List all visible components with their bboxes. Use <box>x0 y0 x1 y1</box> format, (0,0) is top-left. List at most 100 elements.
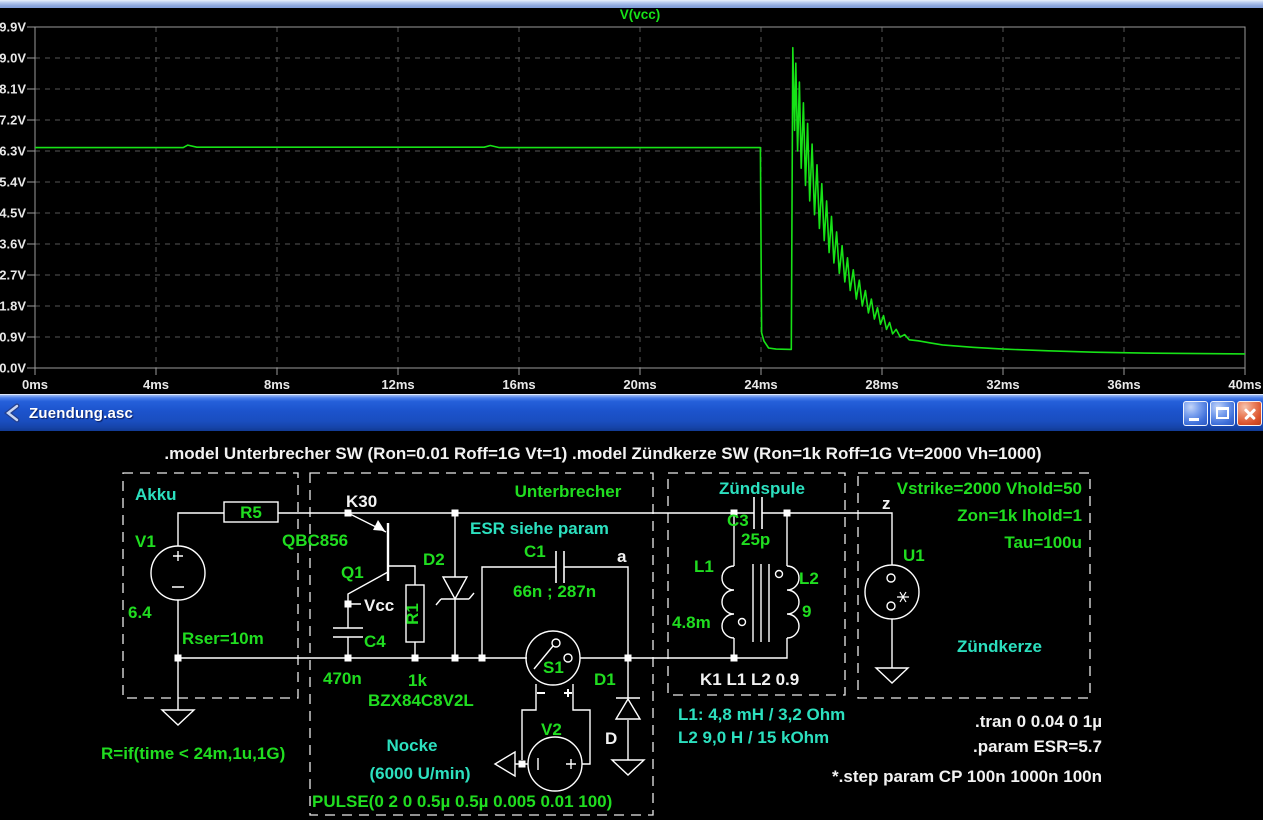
label-d2[interactable]: D2 <box>423 550 445 569</box>
y-tick-label: 5.4V <box>0 175 26 190</box>
label-s1[interactable]: S1 <box>543 658 564 677</box>
y-tick-label: 4.5V <box>0 206 26 221</box>
x-tick-label: 12ms <box>381 377 414 392</box>
value-zon[interactable]: Zon=1k Ihold=1 <box>957 506 1082 525</box>
y-tick-label: 8.1V <box>0 82 26 97</box>
label-d1[interactable]: D1 <box>594 670 616 689</box>
diode-d1[interactable] <box>616 698 640 719</box>
net-label-vcc[interactable]: Vcc <box>364 596 394 615</box>
label-q1[interactable]: Q1 <box>341 563 364 582</box>
x-tick-label: 4ms <box>143 377 169 392</box>
label-v1[interactable]: V1 <box>135 532 156 551</box>
label-u1[interactable]: U1 <box>903 546 925 565</box>
comment-nocke-rpm[interactable]: (6000 U/min) <box>369 764 470 783</box>
window-title: Zuendung.asc <box>29 405 133 422</box>
label-r1[interactable]: R1 <box>403 603 422 625</box>
value-c1[interactable]: 66n ; 287n <box>513 582 596 601</box>
ground-akku <box>162 710 194 725</box>
voltage-source-v2[interactable] <box>528 737 582 791</box>
x-tick-label: 28ms <box>865 377 898 392</box>
directive-param-esr[interactable]: .param ESR=5.7 <box>973 737 1102 756</box>
net-label-k30[interactable]: K30 <box>346 492 377 511</box>
value-d2[interactable]: BZX84C8V2L <box>368 691 474 710</box>
value-v1[interactable]: 6.4 <box>128 603 152 622</box>
x-tick-label: 36ms <box>1107 377 1140 392</box>
x-tick-label: 32ms <box>986 377 1019 392</box>
capacitor-c3[interactable] <box>754 497 762 529</box>
directive-step[interactable]: *.step param CP 100n 1000n 100n <box>832 767 1102 786</box>
directive-model[interactable]: .model Unterbrecher SW (Ron=0.01 Roff=1G… <box>164 444 1041 463</box>
net-label-a[interactable]: a <box>617 547 627 566</box>
label-c4[interactable]: C4 <box>364 632 386 651</box>
x-tick-label: 16ms <box>502 377 535 392</box>
value-c3[interactable]: 25p <box>741 530 770 549</box>
label-c3[interactable]: C3 <box>727 511 749 530</box>
inductor-l2[interactable] <box>787 566 799 638</box>
comment-unterbrecher[interactable]: Unterbrecher <box>515 482 622 501</box>
y-tick-label: 9.0V <box>0 51 26 66</box>
transistor-q1[interactable] <box>373 520 388 581</box>
minimize-button[interactable] <box>1183 401 1208 426</box>
transformer-l1-l2[interactable] <box>722 564 799 642</box>
close-button[interactable] <box>1237 401 1262 426</box>
minimize-icon <box>1189 418 1199 421</box>
window-controls <box>1183 401 1262 426</box>
directive-k1[interactable]: K1 L1 L2 0.9 <box>700 670 799 689</box>
y-tick-label: 3.6V <box>0 237 26 252</box>
value-vstrike[interactable]: Vstrike=2000 Vhold=50 <box>897 479 1082 498</box>
y-tick-label: 9.9V <box>0 20 26 35</box>
x-tick-label: 40ms <box>1228 377 1261 392</box>
comment-nocke[interactable]: Nocke <box>386 736 437 755</box>
x-tick-label: 24ms <box>744 377 777 392</box>
voltage-source-v1[interactable] <box>151 546 205 600</box>
ground-arrow-v2 <box>495 752 515 776</box>
value-l1[interactable]: 4.8m <box>672 613 711 632</box>
y-tick-label: 7.2V <box>0 113 26 128</box>
comment-esr[interactable]: ESR siehe param <box>470 519 609 538</box>
x-tick-label: 20ms <box>623 377 656 392</box>
y-tick-label: 1.8V <box>0 299 26 314</box>
app-icon <box>3 402 23 424</box>
value-r-if[interactable]: R=if(time < 24m,1u,1G) <box>101 744 285 763</box>
comment-zuendspule[interactable]: Zündspule <box>719 479 805 498</box>
comment-akku[interactable]: Akku <box>135 485 177 504</box>
value-tau[interactable]: Tau=100u <box>1004 533 1082 552</box>
comment-l1-note[interactable]: L1: 4,8 mH / 3,2 Ohm <box>678 705 845 724</box>
value-l2[interactable]: 9 <box>802 602 811 621</box>
value-r1[interactable]: 1k <box>408 671 427 690</box>
y-tick-label: 2.7V <box>0 268 26 283</box>
capacitor-c1[interactable] <box>556 551 564 583</box>
trace-label[interactable]: V(vcc) <box>620 7 661 22</box>
value-rser[interactable]: Rser=10m <box>182 629 264 648</box>
value-pulse[interactable]: PULSE(0 2 0 0.5µ 0.5µ 0.005 0.01 100) <box>312 792 612 811</box>
schematic-canvas[interactable]: .model Unterbrecher SW (Ron=0.01 Roff=1G… <box>0 431 1263 820</box>
label-l1[interactable]: L1 <box>694 557 714 576</box>
label-v2[interactable]: V2 <box>541 720 562 739</box>
label-l2[interactable]: L2 <box>799 569 819 588</box>
ground-d1 <box>612 760 644 775</box>
label-r5[interactable]: R5 <box>240 503 262 522</box>
y-tick-label: 6.3V <box>0 144 26 159</box>
y-tick-label: 0.9V <box>0 330 26 345</box>
phase-dot-l2 <box>776 571 783 578</box>
plot-background <box>0 0 1263 394</box>
waveform-pane[interactable]: 9.9V 9.0V 8.1V 7.2V 6.3V 5.4V 4.5V 3.6V 2.7V 1.8V… <box>0 0 1263 394</box>
net-label-d[interactable]: D <box>605 729 617 748</box>
value-qbc856[interactable]: QBC856 <box>282 531 348 550</box>
capacitor-c4[interactable] <box>333 628 363 637</box>
y-tick-label: 0.0V <box>0 361 26 376</box>
box-akku <box>123 473 298 698</box>
net-label-z[interactable]: z <box>882 494 891 513</box>
directive-tran[interactable]: .tran 0 0.04 0 1µ <box>975 712 1102 731</box>
label-c1[interactable]: C1 <box>524 542 546 561</box>
maximize-button[interactable] <box>1210 401 1235 426</box>
comment-l2-note[interactable]: L2 9,0 H / 15 kOhm <box>678 728 829 747</box>
schematic-window-titlebar[interactable]: Zuendung.asc <box>0 394 1263 431</box>
sparkgap-u1[interactable] <box>865 565 919 619</box>
inductor-l1[interactable] <box>722 566 734 638</box>
x-tick-label: 0ms <box>22 377 48 392</box>
ground-u1 <box>876 668 908 683</box>
background-titlebar-strip <box>0 0 1263 8</box>
comment-zuendkerze[interactable]: Zündkerze <box>957 637 1042 656</box>
value-c4[interactable]: 470n <box>323 669 362 688</box>
